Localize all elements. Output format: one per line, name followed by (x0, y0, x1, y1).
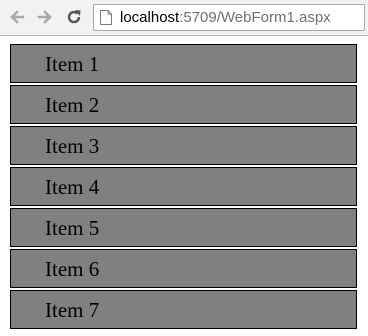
list-item-label: Item 1 (45, 52, 100, 76)
url-text[interactable]: localhost:5709/WebForm1.aspx (120, 9, 331, 27)
list-item: Item 5 (10, 208, 357, 247)
list-item: Item 2 (10, 85, 357, 124)
back-arrow-icon (10, 10, 25, 24)
list-item-label: Item 7 (45, 298, 100, 322)
page-icon (100, 10, 112, 25)
back-button[interactable] (6, 6, 28, 28)
url-path: :5709/WebForm1.aspx (179, 9, 331, 26)
forward-arrow-icon (37, 10, 52, 24)
list-item: Item 6 (10, 249, 357, 288)
list-item-label: Item 6 (45, 257, 100, 281)
item-list: Item 1 Item 2 Item 3 Item 4 Item 5 Item 6 Item… (10, 44, 357, 331)
list-item-label: Item 2 (45, 93, 100, 117)
address-bar[interactable]: localhost:5709/WebForm1.aspx (93, 4, 365, 31)
reload-icon (67, 10, 81, 24)
url-host: localhost (120, 9, 180, 26)
page-content: Item 1 Item 2 Item 3 Item 4 Item 5 Item 6 Item… (0, 36, 368, 336)
list-item: Item 7 (10, 290, 357, 329)
list-item: Item 4 (10, 167, 357, 206)
forward-button[interactable] (34, 6, 56, 28)
list-item-label: Item 3 (45, 134, 100, 158)
list-item-label: Item 5 (45, 216, 100, 240)
browser-toolbar: localhost:5709/WebForm1.aspx (0, 0, 368, 36)
list-item: Item 1 (10, 44, 357, 83)
list-item-label: Item 4 (45, 175, 100, 199)
list-item: Item 3 (10, 126, 357, 165)
reload-button[interactable] (63, 6, 85, 28)
